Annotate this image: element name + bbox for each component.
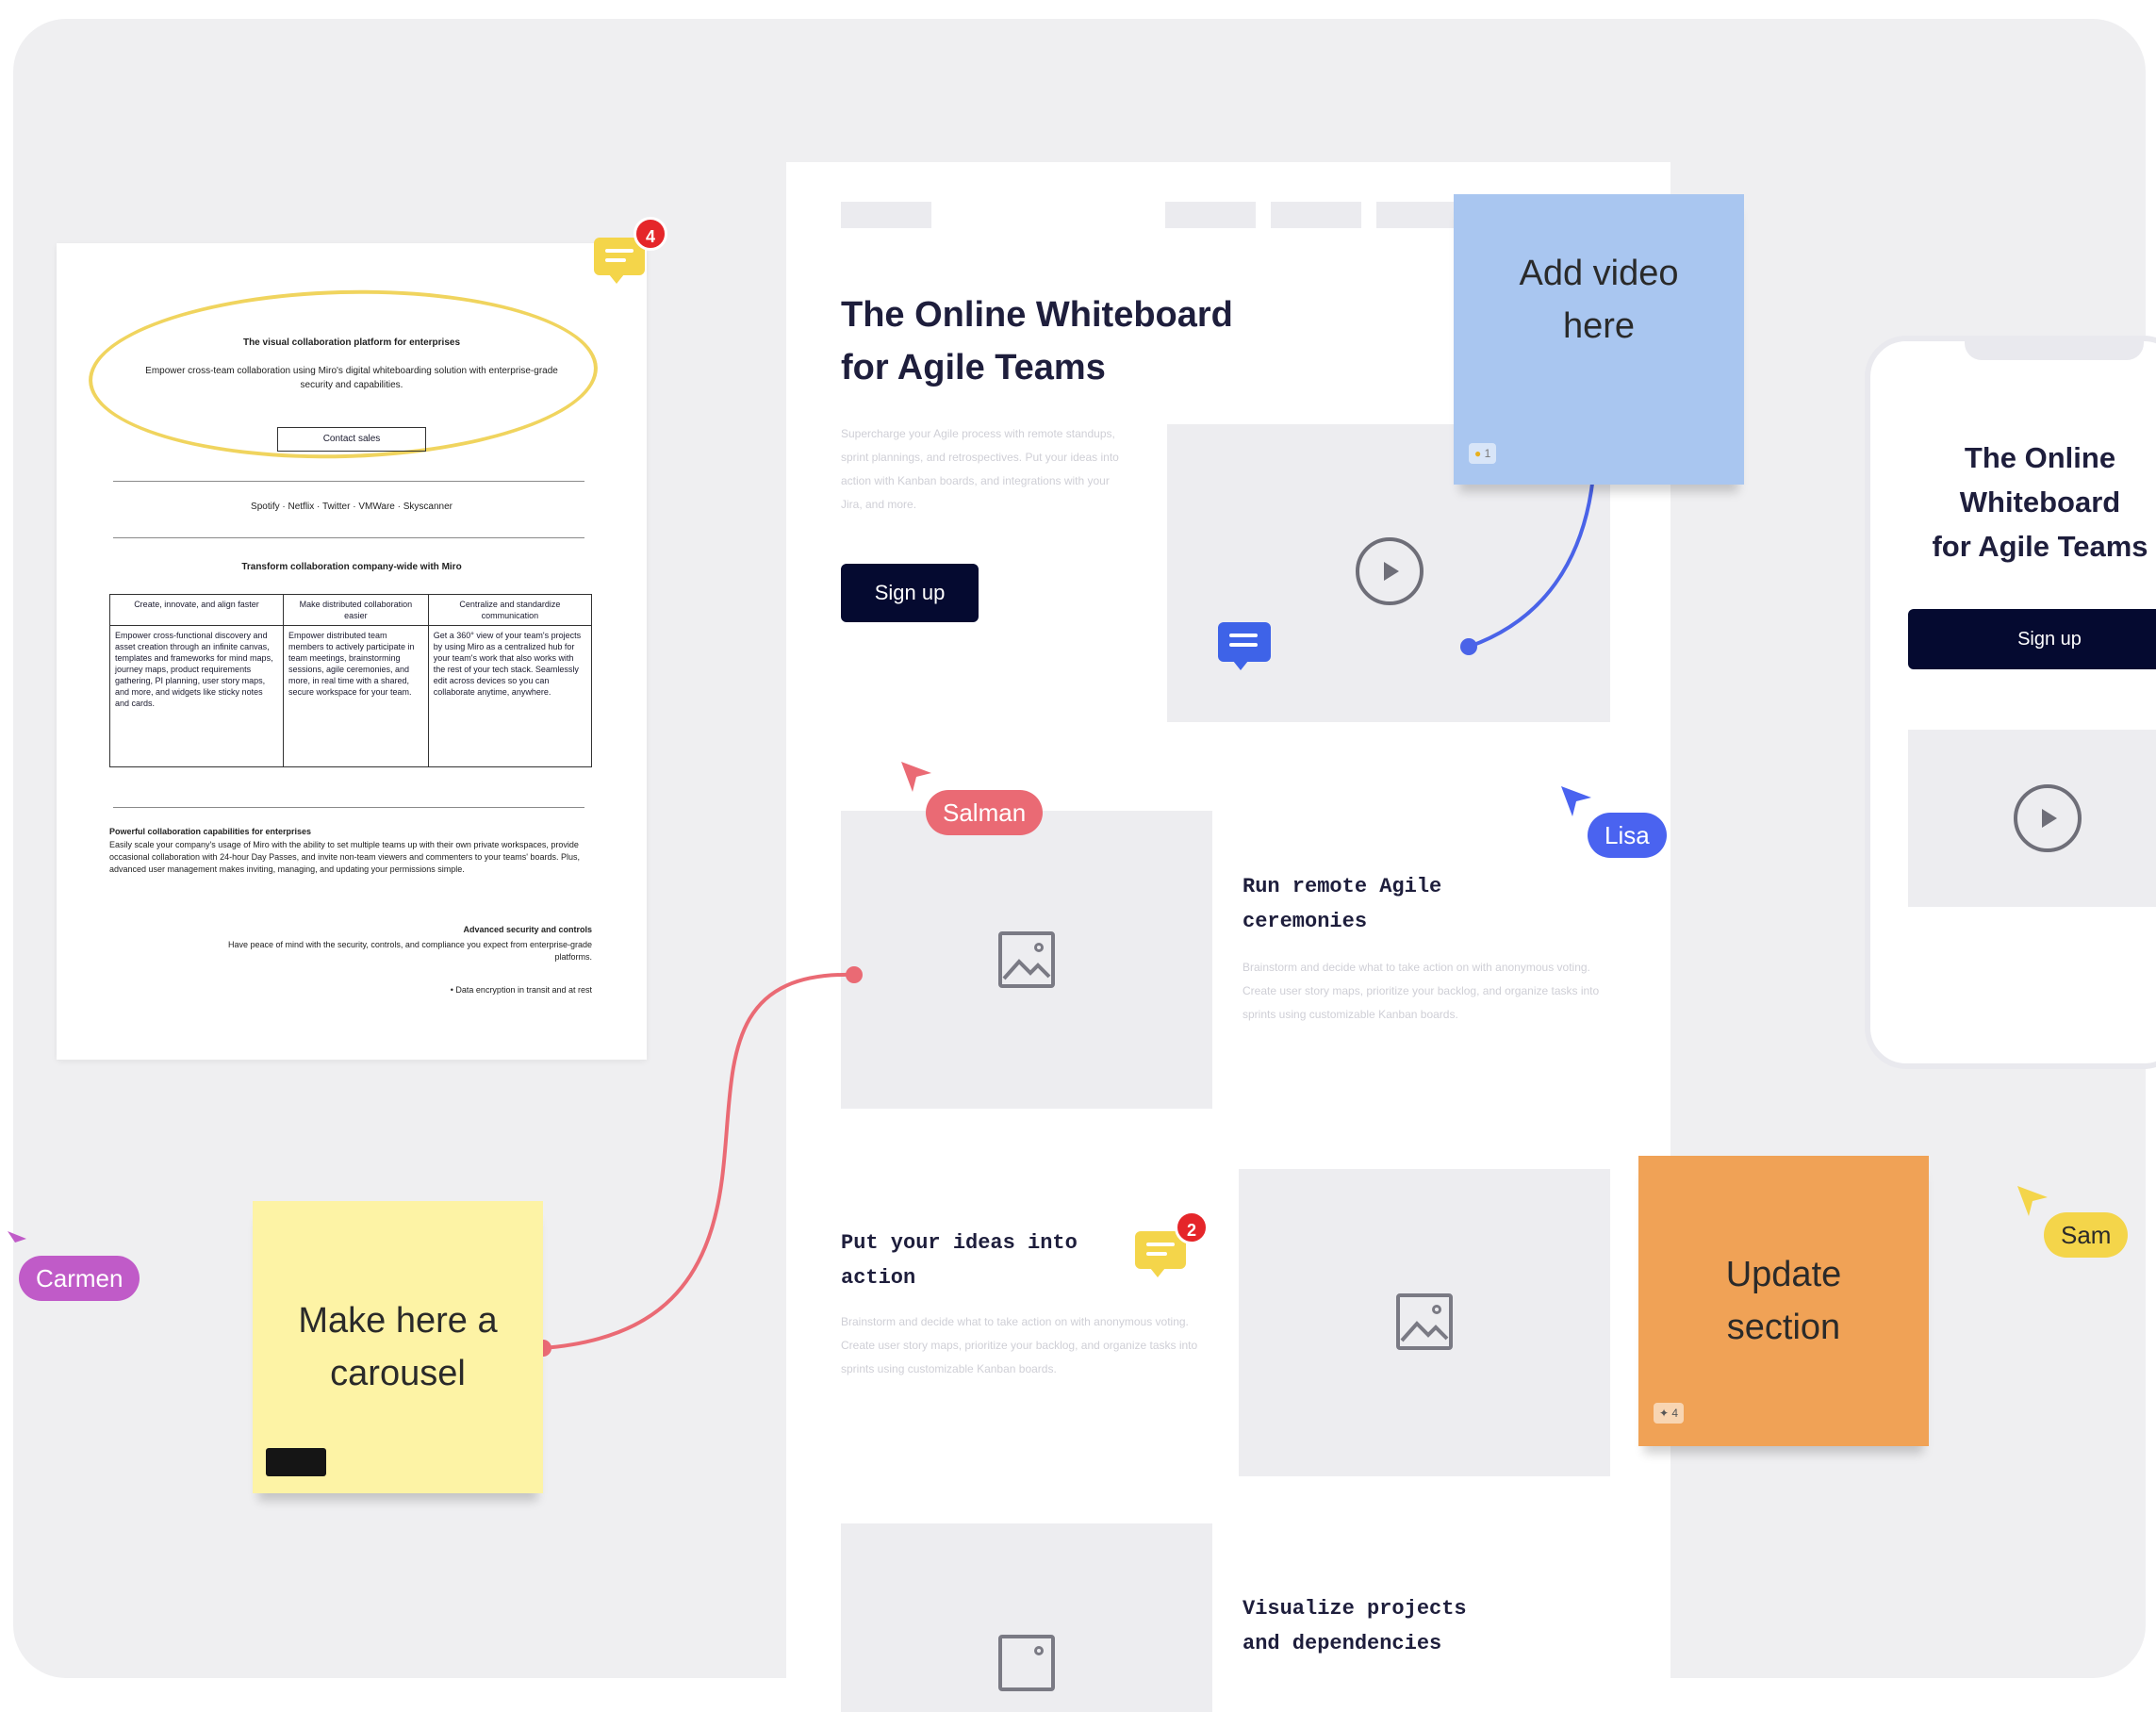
sticky-note-text: Make here a carousel: [298, 1301, 498, 1393]
sticky-note-text: Add video here: [1519, 254, 1679, 346]
vote-chip[interactable]: ✦ 4: [1654, 1403, 1685, 1424]
cursor-arrow-icon: [901, 762, 931, 792]
star-icon: ✦: [1659, 1407, 1670, 1420]
reaction-icon: ●: [1474, 447, 1482, 460]
cursor-label-salman: Salman: [926, 790, 1044, 835]
cursor-label-lisa: Lisa: [1588, 813, 1667, 858]
redacted-chip: [266, 1448, 326, 1476]
cursor-label-sam: Sam: [2044, 1212, 2129, 1258]
cursor-arrow-icon: [2017, 1186, 2048, 1216]
vote-chip[interactable]: ● 1: [1469, 443, 1497, 464]
sticky-note-text: Update section: [1725, 1255, 1842, 1347]
cursor-arrow-icon: [1561, 786, 1591, 816]
cursor-label-carmen: Carmen: [19, 1256, 140, 1301]
sticky-note-add-video[interactable]: Add video here: [1454, 194, 1744, 485]
cursor-arrow-icon: [8, 1231, 26, 1243]
